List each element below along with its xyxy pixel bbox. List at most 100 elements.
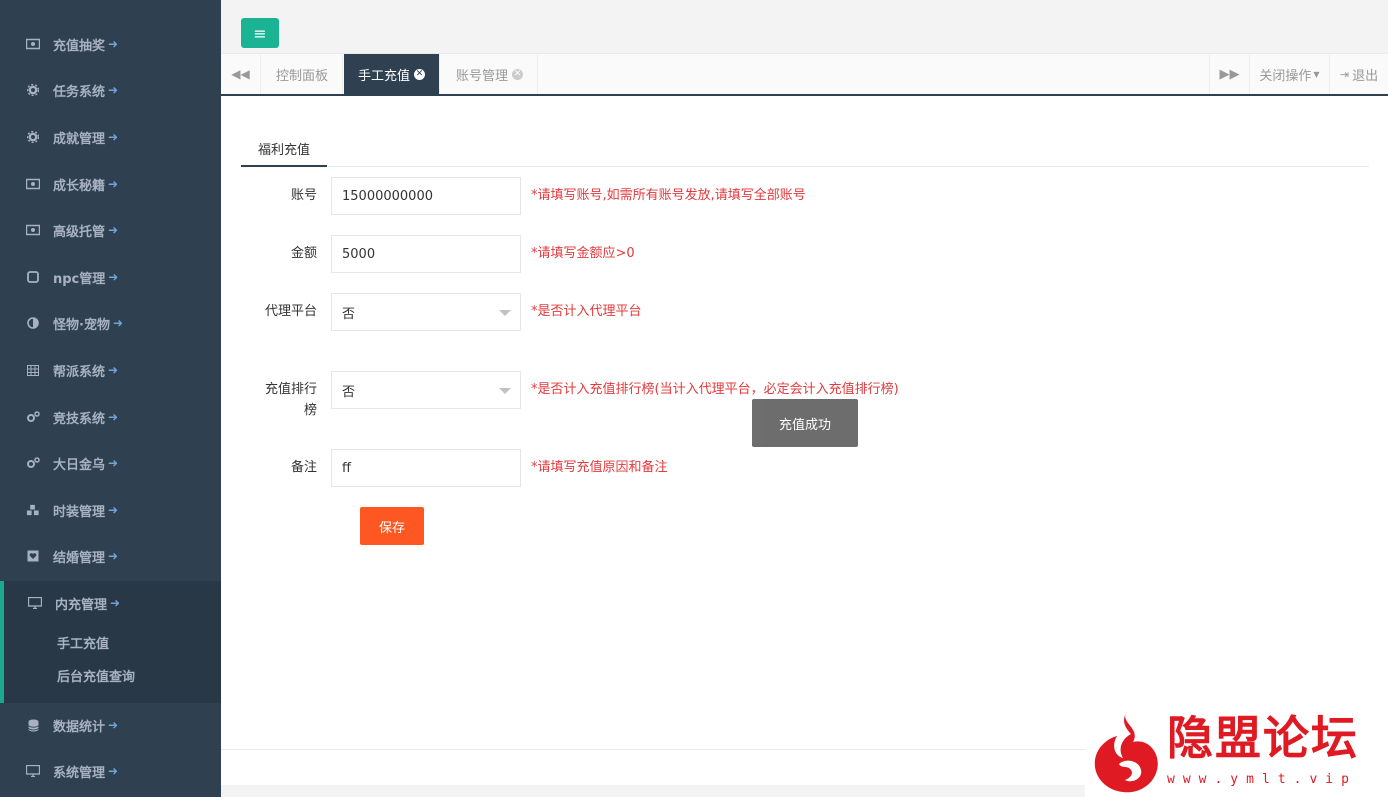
- hamburger-icon: ≡: [253, 23, 267, 43]
- sidebar-item-label: 充值抽奖: [53, 38, 106, 54]
- sidebar-subitem-recharge-query[interactable]: 后台充值查询: [57, 666, 135, 685]
- save-button[interactable]: 保存: [360, 507, 424, 545]
- arrow-right-icon: ➜: [108, 270, 119, 284]
- sidebar-item-system[interactable]: 系统管理 ➜: [0, 748, 221, 794]
- account-hint: *请填写账号,如需所有账号发放,请填写全部账号: [531, 188, 806, 203]
- sidebar: 充值抽奖 ➜ 任务系统 ➜ 成就管理 ➜ 成长秘籍 ➜ 高级托管 ➜ npc管理…: [0, 0, 221, 797]
- tab-dashboard[interactable]: 控制面板: [262, 54, 344, 94]
- arrow-right-icon: ➜: [108, 410, 119, 424]
- arrow-right-icon: ➜: [108, 718, 119, 732]
- arrow-right-icon: ➜: [112, 316, 124, 330]
- logout-button[interactable]: ⇥ 退出: [1329, 54, 1388, 94]
- sidebar-item-label: 时装管理: [53, 504, 106, 520]
- sidebar-item-label: 任务系统: [53, 84, 106, 100]
- square-icon: [26, 270, 40, 284]
- arrow-right-icon: ➜: [108, 456, 119, 470]
- watermark-title: 隐盟论坛: [1167, 711, 1359, 765]
- account-label: 账号: [290, 188, 317, 203]
- sidebar-item-label: 帮派系统: [53, 364, 106, 380]
- logout-label: 退出: [1352, 68, 1379, 84]
- tab-scroll-right-button[interactable]: ▶▶: [1209, 54, 1249, 94]
- agent-platform-hint: *是否计入代理平台: [531, 304, 642, 319]
- tab-label: 控制面板: [276, 68, 329, 84]
- tab-account-management[interactable]: 账号管理 ✕: [442, 54, 539, 94]
- ranking-hint: *是否计入充值排行榜(当计入代理平台，必定会计入充值排行榜): [531, 382, 899, 397]
- sidebar-item-task-system[interactable]: 任务系统 ➜: [0, 67, 221, 113]
- sidebar-item-label: 竞技系统: [53, 411, 106, 427]
- sidebar-item-recharge-lottery[interactable]: 充值抽奖 ➜: [0, 21, 221, 67]
- ranking-label: 充值排行榜: [264, 382, 317, 418]
- close-icon[interactable]: ✕: [414, 68, 426, 80]
- sidebar-item-fashion[interactable]: 时装管理 ➜: [0, 487, 221, 533]
- tab-label: 账号管理: [456, 68, 509, 84]
- arrow-right-icon: ➜: [108, 503, 119, 517]
- money-icon: [26, 223, 40, 237]
- backward-icon: ◀◀: [231, 67, 250, 81]
- arrow-right-icon: ➜: [108, 363, 119, 377]
- sidebar-item-npc[interactable]: npc管理 ➜: [0, 254, 221, 300]
- arrow-right-icon: ➜: [108, 764, 119, 778]
- adjust-icon: [26, 316, 40, 330]
- main-content: 福利充值 账号 15000000000 *请填写账号,如需所有账号发放,请填写全…: [221, 96, 1388, 749]
- top-navbar: ≡: [221, 0, 1388, 54]
- cogs-icon: [26, 410, 40, 424]
- sidebar-subitem-manual-recharge[interactable]: 手工充值: [57, 633, 109, 652]
- sidebar-item-golden-crow[interactable]: 大日金乌 ➜: [0, 440, 221, 486]
- tab-label: 手工充值: [358, 68, 411, 84]
- sidebar-item-internal-recharge[interactable]: 内充管理 ➜: [4, 580, 225, 626]
- database-icon: [26, 718, 40, 732]
- tab-scroll-left-button[interactable]: ◀◀: [221, 54, 261, 94]
- ranking-selected: 否: [342, 384, 356, 400]
- menu-toggle-button[interactable]: ≡: [241, 18, 279, 48]
- sidebar-item-achievement[interactable]: 成就管理 ➜: [0, 114, 221, 160]
- amount-label: 金额: [290, 246, 317, 261]
- caret-down-icon: [499, 388, 511, 394]
- sidebar-item-guild[interactable]: 帮派系统 ➜: [0, 347, 221, 393]
- remark-hint: *请填写充值原因和备注: [531, 460, 668, 475]
- ranking-select[interactable]: 否: [331, 371, 521, 409]
- sidebar-item-label: 结婚管理: [53, 550, 106, 566]
- remark-input[interactable]: ff: [331, 449, 521, 487]
- desktop-icon: [28, 596, 42, 610]
- close-operations-dropdown[interactable]: 关闭操作 ▼: [1249, 54, 1329, 94]
- agent-platform-selected: 否: [342, 306, 356, 322]
- account-input[interactable]: 15000000000: [331, 177, 521, 215]
- sidebar-item-label: 大日金乌: [53, 457, 106, 473]
- caret-down-icon: ▼: [1313, 69, 1320, 79]
- amount-input[interactable]: 5000: [331, 235, 521, 273]
- page-tabs-bar: ◀◀ 控制面板 手工充值 ✕ 账号管理 ✕ ▶▶ 关闭操作 ▼ ⇥ 退出: [221, 54, 1388, 96]
- sidebar-item-growth-guide[interactable]: 成长秘籍 ➜: [0, 161, 221, 207]
- amount-hint: *请填写金额应>0: [531, 246, 635, 261]
- sidebar-item-label: npc管理: [53, 271, 106, 287]
- app-root: 充值抽奖 ➜ 任务系统 ➜ 成就管理 ➜ 成长秘籍 ➜ 高级托管 ➜ npc管理…: [0, 0, 1388, 797]
- sidebar-item-monster-pet[interactable]: 怪物·宠物 ➜: [0, 300, 221, 346]
- close-operations-label: 关闭操作: [1259, 68, 1312, 84]
- subtab-divider: [241, 166, 1369, 167]
- success-toast: 充值成功: [752, 399, 858, 447]
- sign-out-icon: ⇥: [1339, 67, 1350, 81]
- cubes-icon: [26, 503, 40, 517]
- sidebar-item-advanced-hosting[interactable]: 高级托管 ➜: [0, 207, 221, 253]
- sidebar-item-marriage[interactable]: 结婚管理 ➜: [0, 533, 221, 579]
- cogs-icon: [26, 456, 40, 470]
- sidebar-item-label: 系统管理: [53, 765, 106, 781]
- heart-icon: [26, 549, 40, 563]
- sidebar-item-label: 怪物·宠物: [53, 317, 110, 333]
- close-icon[interactable]: ✕: [512, 68, 524, 80]
- money-icon: [26, 37, 40, 51]
- gear-icon: [26, 130, 40, 144]
- tab-manual-recharge[interactable]: 手工充值 ✕: [344, 54, 441, 94]
- sidebar-item-label: 数据统计: [53, 719, 106, 735]
- forward-icon: ▶▶: [1219, 66, 1240, 82]
- desktop-icon: [26, 764, 40, 778]
- sidebar-item-arena[interactable]: 竞技系统 ➜: [0, 394, 221, 440]
- table-icon: [26, 363, 40, 377]
- money-icon: [26, 177, 40, 191]
- sidebar-item-statistics[interactable]: 数据统计 ➜: [0, 702, 221, 748]
- sidebar-item-label: 成长秘籍: [53, 178, 106, 194]
- arrow-right-icon: ➜: [108, 223, 119, 237]
- tab-welfare-recharge[interactable]: 福利充值: [241, 132, 327, 167]
- agent-platform-select[interactable]: 否: [331, 293, 521, 331]
- watermark-url: www.ymlt.vip: [1167, 772, 1357, 787]
- arrow-right-icon: ➜: [108, 83, 119, 97]
